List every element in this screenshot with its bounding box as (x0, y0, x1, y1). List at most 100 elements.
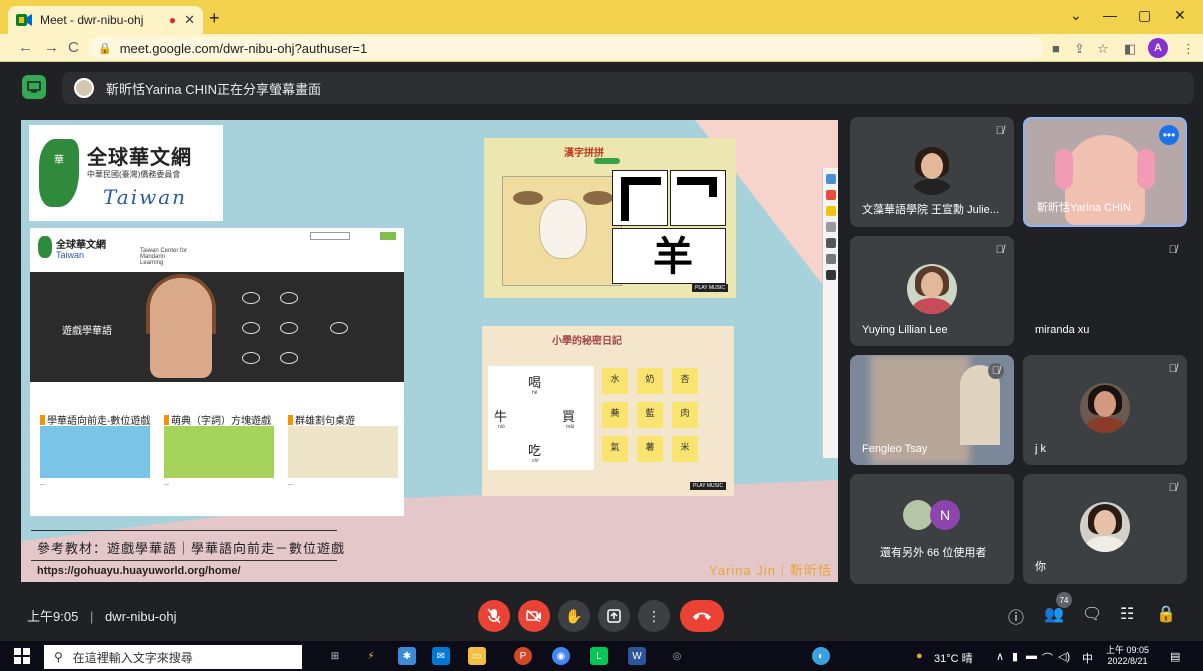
annotation-toolbar (822, 168, 838, 458)
camera-off-icon (526, 610, 541, 622)
participant-tile[interactable]: 🎙̸ miranda xu (1023, 236, 1187, 346)
bookmark-star-icon[interactable]: ☆ (1097, 41, 1109, 57)
game2-title: 小學的秘密日記 (552, 336, 622, 347)
site-search-button (380, 232, 396, 240)
owl-icon (242, 292, 260, 304)
window-close-button[interactable]: ✕ (1174, 7, 1186, 24)
board-pinyin: chī (532, 458, 539, 464)
mail-icon[interactable]: ✉ (432, 647, 450, 665)
site-search-box (310, 232, 350, 240)
presentation-layout-icon[interactable] (22, 75, 46, 99)
new-tab-button[interactable]: + (209, 8, 220, 29)
meeting-time: 上午9:05 (27, 609, 79, 624)
taskbar-search-box[interactable]: ⚲ 在這裡輸入文字來搜尋 (44, 645, 302, 669)
sticky-note: 藍 (637, 402, 663, 428)
share-banner-text: 靳昕恬Yarina CHIN正在分享螢幕畫面 (106, 81, 322, 97)
camera-toggle-button[interactable] (518, 600, 550, 632)
sidebar-icon[interactable]: ◧ (1124, 41, 1136, 57)
forward-icon[interactable]: → (44, 39, 59, 56)
avatar (1080, 383, 1130, 433)
participant-tile[interactable]: 🎙̸ Yuying Lillian Lee (850, 236, 1014, 346)
leave-call-button[interactable] (680, 600, 724, 632)
line-app-icon[interactable]: L (590, 647, 608, 665)
notification-icon[interactable]: ▤ (1170, 650, 1180, 663)
section-desc: — (164, 482, 169, 488)
chat-icon[interactable]: 🗨 (1082, 604, 1102, 624)
app-icon-settings[interactable]: ✱ (398, 647, 416, 665)
participant-tile[interactable]: 🎙̸ Fengleo Tsay (850, 355, 1014, 465)
network-icon[interactable]: ▬ (1026, 650, 1037, 662)
volume-icon[interactable]: ◁) (1058, 650, 1070, 663)
weather-icon: ● (916, 650, 923, 662)
meeting-details-icon[interactable]: ⓘ (1008, 604, 1024, 628)
highlighter-tool-icon (826, 206, 836, 216)
app-icon-globe[interactable]: ◐ (812, 647, 830, 665)
reload-icon[interactable]: C (68, 39, 79, 56)
raise-hand-button[interactable]: ✋ (558, 600, 590, 632)
sticky-note: 米 (672, 436, 698, 462)
site-hero-banner: 遊戲學華語 (30, 272, 404, 382)
taskbar-clock[interactable]: 上午 09:05 2022/8/21 (1106, 645, 1149, 667)
game-secret-diary: 小學的秘密日記 喝 hē 牛 niú 買 mǎi 吃 chī 水 奶 杏 蕎 藍… (482, 326, 734, 496)
character-board: 喝 hē 牛 niú 買 mǎi 吃 chī (488, 366, 594, 470)
sticky-note: 水 (602, 368, 628, 394)
windows-start-button[interactable] (14, 648, 30, 664)
share-page-icon[interactable]: ⇪ (1074, 41, 1085, 57)
participant-tile[interactable]: 🎙̸ j k (1023, 355, 1187, 465)
mic-off-icon (487, 608, 501, 624)
sticky-note: 薯 (637, 436, 663, 462)
app-icon-lightning[interactable]: ⚡ (362, 647, 380, 665)
present-icon (607, 609, 621, 623)
minimize-button[interactable]: — (1103, 7, 1117, 23)
profile-avatar[interactable]: A (1148, 38, 1168, 58)
participant-name: miranda xu (1035, 324, 1090, 336)
mic-toggle-button[interactable] (478, 600, 510, 632)
windows-logo-icon (14, 648, 30, 664)
tab-search-chevron-icon[interactable]: ⌄ (1070, 7, 1082, 24)
meet-favicon-icon (16, 14, 32, 26)
app-icon-circle[interactable]: ◎ (668, 647, 686, 665)
url-bar[interactable]: 🔒 meet.google.com/dwr-nibu-ohj?authuser=… (88, 37, 1043, 59)
shape-tool-icon (826, 254, 836, 264)
present-screen-button[interactable] (598, 600, 630, 632)
close-tab-icon[interactable]: ✕ (184, 12, 195, 28)
file-explorer-icon[interactable]: ▭ (468, 647, 486, 665)
mic-off-icon: 🎙̸ (995, 125, 1004, 137)
weather-text[interactable]: 31°C 晴 (934, 650, 973, 666)
mic-off-icon: 🎙̸ (1168, 244, 1177, 256)
address-bar-row: ← → C 🔒 meet.google.com/dwr-nibu-ohj?aut… (0, 34, 1203, 62)
others-tile[interactable]: N 還有另外 66 位使用者 (850, 474, 1014, 584)
browser-tab[interactable]: Meet - dwr-nibu-ohj ● ✕ (8, 6, 203, 34)
board-pinyin: mǎi (566, 424, 575, 430)
chrome-icon[interactable]: ◉ (552, 647, 570, 665)
ime-indicator[interactable]: 中 (1082, 650, 1093, 666)
avatar (907, 145, 957, 195)
owl-icon (242, 322, 260, 334)
task-view-icon[interactable]: ⊞ (326, 647, 344, 665)
back-icon[interactable]: ← (18, 39, 33, 56)
logo-brand: Taiwan (103, 185, 188, 209)
tray-mic-icon[interactable]: ▮ (1012, 650, 1018, 663)
camera-indicator-icon[interactable]: ■ (1052, 41, 1060, 56)
maximize-button[interactable]: ▢ (1138, 7, 1151, 24)
powerpoint-icon[interactable]: P (514, 647, 532, 665)
participant-tile-presenter[interactable]: ••• 靳昕恬Yarina CHIN (1023, 117, 1187, 227)
mic-off-icon: 🎙̸ (1168, 363, 1177, 375)
chrome-menu-icon[interactable]: ⋮ (1182, 41, 1195, 57)
avatar (1080, 502, 1130, 552)
block-game-thumbnail (164, 426, 274, 478)
tray-expand-icon[interactable]: ∧ (996, 650, 1004, 663)
more-options-button[interactable]: ⋮ (638, 600, 670, 632)
mic-off-icon: 🎙̸ (1168, 482, 1177, 494)
mic-off-icon: 🎙̸ (995, 244, 1004, 256)
wifi-icon[interactable]: ⌒ (1042, 650, 1053, 666)
more-options-icon[interactable]: ••• (1159, 125, 1179, 145)
puzzle-cell: 羊 (612, 228, 726, 284)
self-tile[interactable]: 🎙̸ 你 (1023, 474, 1187, 584)
activities-icon[interactable]: ☷ (1120, 604, 1134, 624)
participant-tile[interactable]: 🎙̸ 文藻華語學院 王宣勳 Julie... (850, 117, 1014, 227)
word-icon[interactable]: W (628, 647, 646, 665)
more-vert-icon: ⋮ (647, 607, 661, 624)
owl-icon (280, 292, 298, 304)
host-controls-icon[interactable]: 🔒 (1156, 604, 1176, 624)
